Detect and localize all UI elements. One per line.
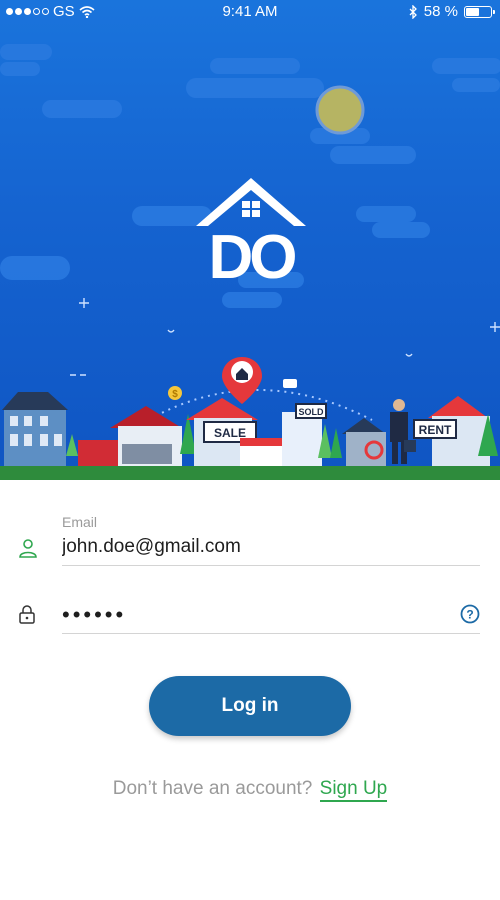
battery-cap [493, 9, 495, 14]
chat-bubble-icon [283, 379, 297, 388]
status-bar: GS 9:41 AM 58 % [0, 0, 500, 24]
signup-link[interactable]: Sign Up [319, 778, 388, 802]
logo-window-icon [242, 201, 260, 217]
app-logo: DO [196, 178, 306, 283]
sold-sign-label: SOLD [298, 407, 324, 417]
house-red [78, 406, 182, 468]
map-pin-icon [222, 357, 262, 404]
login-form: Email •••••• ? Log in Don’t have an acco… [0, 480, 500, 900]
email-label: Email [62, 514, 98, 530]
signup-row: Don’t have an account? Sign Up [0, 778, 500, 802]
rent-sign-label: RENT [419, 423, 452, 437]
tree [66, 434, 78, 456]
battery-level [466, 7, 480, 16]
user-icon [19, 539, 37, 558]
coin-symbol: $ [172, 389, 178, 400]
ground [0, 466, 500, 480]
battery-percent: 58 % [423, 3, 458, 20]
password-field[interactable]: •••••• [62, 602, 126, 628]
lock-icon [19, 605, 35, 624]
signup-prompt: Don’t have an account? [112, 778, 313, 799]
sparkles [70, 298, 500, 376]
email-underline [62, 565, 480, 566]
battery-icon [464, 5, 495, 18]
help-symbol: ? [466, 608, 473, 622]
help-circle-icon[interactable]: ? [460, 604, 480, 624]
hero-banner: $ SALE SOLD RENT GS 9:41 AM 58 % DO [0, 0, 500, 480]
logo-text: DO [209, 223, 296, 283]
house-blue-left [2, 392, 68, 466]
house-grey [342, 418, 386, 466]
agent-person [390, 399, 416, 464]
status-right: 58 % [409, 3, 495, 20]
password-underline [62, 633, 480, 634]
login-button[interactable]: Log in [149, 676, 351, 736]
sale-sign-label: SALE [214, 426, 246, 440]
sun-icon [315, 85, 365, 135]
email-field[interactable] [62, 532, 478, 562]
bluetooth-icon [409, 4, 417, 19]
tree [330, 428, 342, 458]
logo-roof [196, 178, 306, 226]
